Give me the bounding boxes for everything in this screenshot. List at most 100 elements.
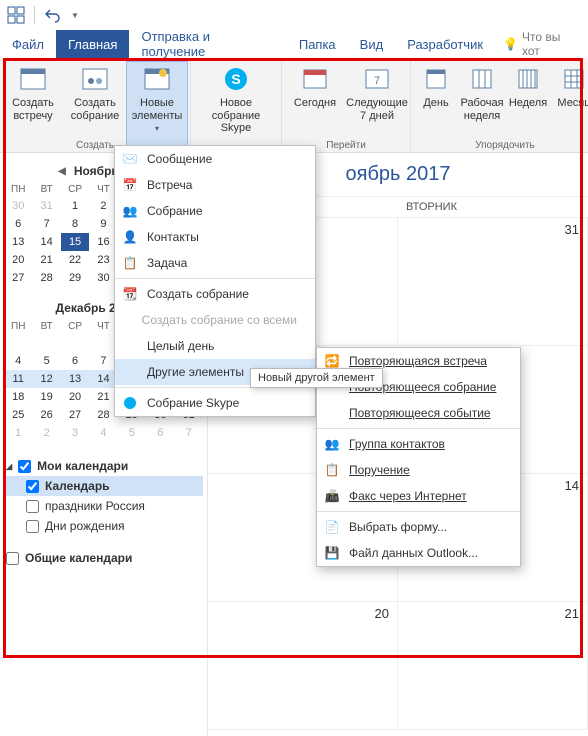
tab-developer[interactable]: Разработчик: [395, 30, 495, 58]
mini-cal-day[interactable]: 20: [4, 251, 32, 269]
menu-item-contact-group[interactable]: 👥Группа контактов: [317, 431, 520, 457]
calendar-item-birthdays[interactable]: Дни рождения: [4, 516, 203, 536]
mini-cal-day[interactable]: 27: [61, 406, 89, 424]
menu-separator: [317, 511, 520, 512]
mini-cal-day[interactable]: 30: [4, 197, 32, 215]
mini-cal-day[interactable]: 27: [4, 269, 32, 287]
shared-checkbox[interactable]: [6, 552, 19, 565]
group-icon: 👥: [323, 435, 341, 453]
mini-cal-day[interactable]: [4, 334, 32, 352]
mini-cal-day[interactable]: 22: [61, 251, 89, 269]
mini-cal-day[interactable]: 6: [61, 352, 89, 370]
mini-cal-day[interactable]: 21: [32, 251, 60, 269]
calendar-star-icon: [141, 63, 173, 95]
mini-cal-day[interactable]: 28: [32, 269, 60, 287]
mini-cal-day[interactable]: [32, 334, 60, 352]
menu-item-message[interactable]: ✉️Сообщение: [115, 146, 315, 172]
tab-file[interactable]: Файл: [0, 30, 56, 58]
calendar-icon: [17, 63, 49, 95]
mini-cal-day[interactable]: 11: [4, 370, 32, 388]
new-meeting-button[interactable]: Создать собрание: [64, 61, 126, 152]
new-appointment-button[interactable]: Создать встречу: [2, 61, 64, 152]
label: Новое собрание Skype: [197, 97, 275, 135]
mini-cal-day[interactable]: 14: [32, 233, 60, 251]
label: Неделя: [509, 97, 547, 110]
tab-send-receive[interactable]: Отправка и получение: [129, 30, 286, 58]
calendar-item-holidays[interactable]: праздники Россия: [4, 496, 203, 516]
mini-cal-day[interactable]: 5: [32, 352, 60, 370]
menu-item-assignment[interactable]: 📋Поручение: [317, 457, 520, 483]
menu-item-skype-meeting[interactable]: Собрание Skype: [115, 390, 315, 416]
menu-item-appointment[interactable]: 📅Встреча: [115, 172, 315, 198]
menu-item-contacts[interactable]: 👤Контакты: [115, 224, 315, 250]
mini-cal-day[interactable]: 18: [4, 388, 32, 406]
tab-view[interactable]: Вид: [348, 30, 396, 58]
mini-cal-day[interactable]: 7: [175, 424, 203, 442]
menu-separator: [317, 428, 520, 429]
tab-folder[interactable]: Папка: [287, 30, 348, 58]
quick-access-toolbar: ▼: [0, 0, 588, 30]
mini-cal-day[interactable]: 1: [4, 424, 32, 442]
mini-cal-day[interactable]: 6: [146, 424, 174, 442]
calendar-day-cell[interactable]: 20: [208, 602, 398, 730]
next-7-days-button[interactable]: 7 Следующие 7 дней: [346, 61, 408, 152]
file-icon: 💾: [323, 544, 341, 562]
label: Создать собрание: [68, 97, 122, 122]
label: Дни рождения: [45, 519, 125, 533]
menu-item-internet-fax[interactable]: 📠Факс через Интернет: [317, 483, 520, 509]
day-view-button[interactable]: День: [413, 61, 459, 152]
calendar-item-main[interactable]: Календарь: [4, 476, 203, 496]
label: Рабочая неделя: [460, 97, 503, 122]
mini-cal-day[interactable]: 7: [32, 215, 60, 233]
menu-item-choose-form[interactable]: 📄Выбрать форму...: [317, 514, 520, 540]
mini-cal-day[interactable]: 2: [32, 424, 60, 442]
mini-cal-day[interactable]: 4: [89, 424, 117, 442]
mini-cal-day[interactable]: 13: [4, 233, 32, 251]
menu-item-meeting[interactable]: 👥Собрание: [115, 198, 315, 224]
prev-month-icon[interactable]: ◀: [58, 166, 66, 177]
mini-cal-day[interactable]: 31: [32, 197, 60, 215]
mini-cal-day[interactable]: 1: [61, 197, 89, 215]
week-view-button[interactable]: Неделя: [505, 61, 551, 152]
mini-cal-day[interactable]: 25: [4, 406, 32, 424]
menu-item-all-day[interactable]: Целый день: [115, 333, 315, 359]
qat-customize-caret-icon[interactable]: ▼: [71, 11, 79, 20]
today-button[interactable]: Сегодня: [284, 61, 346, 152]
calendar-checkbox[interactable]: [26, 480, 39, 493]
mini-cal-day[interactable]: 26: [32, 406, 60, 424]
mini-cal-day[interactable]: 5: [118, 424, 146, 442]
mini-cal-day[interactable]: 8: [61, 215, 89, 233]
mini-cal-day[interactable]: 13: [61, 370, 89, 388]
menu-item-recurring-event[interactable]: Повторяющееся событие: [317, 400, 520, 426]
calendar-plus-icon: 📆: [121, 285, 139, 303]
work-week-view-button[interactable]: Рабочая неделя: [459, 61, 505, 152]
contact-icon: 👤: [121, 228, 139, 246]
menu-item-create-meeting[interactable]: 📆Создать собрание: [115, 281, 315, 307]
my-calendars-checkbox[interactable]: [18, 460, 31, 473]
mini-cal-day[interactable]: 20: [61, 388, 89, 406]
my-calendars-header[interactable]: ◢ Мои календари: [4, 456, 203, 476]
mini-cal-day[interactable]: 12: [32, 370, 60, 388]
menu-item-outlook-data-file[interactable]: 💾Файл данных Outlook...: [317, 540, 520, 566]
calendar-day-cell[interactable]: 31: [398, 218, 588, 346]
mini-cal-day[interactable]: 6: [4, 215, 32, 233]
mini-cal-day[interactable]: 3: [61, 424, 89, 442]
label: Сегодня: [294, 97, 336, 110]
new-items-button[interactable]: Новые элементы ▾: [126, 61, 188, 152]
shared-calendars-header[interactable]: Общие календари: [4, 548, 203, 568]
month-view-button[interactable]: Месяц: [551, 61, 588, 152]
mini-cal-day[interactable]: 19: [32, 388, 60, 406]
new-skype-meeting-button[interactable]: S Новое собрание Skype: [193, 61, 279, 152]
caret-down-icon: ◢: [6, 462, 12, 471]
mini-cal-day[interactable]: [61, 334, 89, 352]
undo-icon[interactable]: [43, 5, 63, 25]
calendar-day-cell[interactable]: 21: [398, 602, 588, 730]
tab-home[interactable]: Главная: [56, 30, 129, 58]
calendar-checkbox[interactable]: [26, 500, 39, 513]
tell-me-search[interactable]: 💡 Что вы хот: [495, 30, 588, 58]
calendar-checkbox[interactable]: [26, 520, 39, 533]
mini-cal-day[interactable]: 4: [4, 352, 32, 370]
mini-cal-day[interactable]: 15: [61, 233, 89, 251]
menu-item-task[interactable]: 📋Задача: [115, 250, 315, 276]
mini-cal-day[interactable]: 29: [61, 269, 89, 287]
